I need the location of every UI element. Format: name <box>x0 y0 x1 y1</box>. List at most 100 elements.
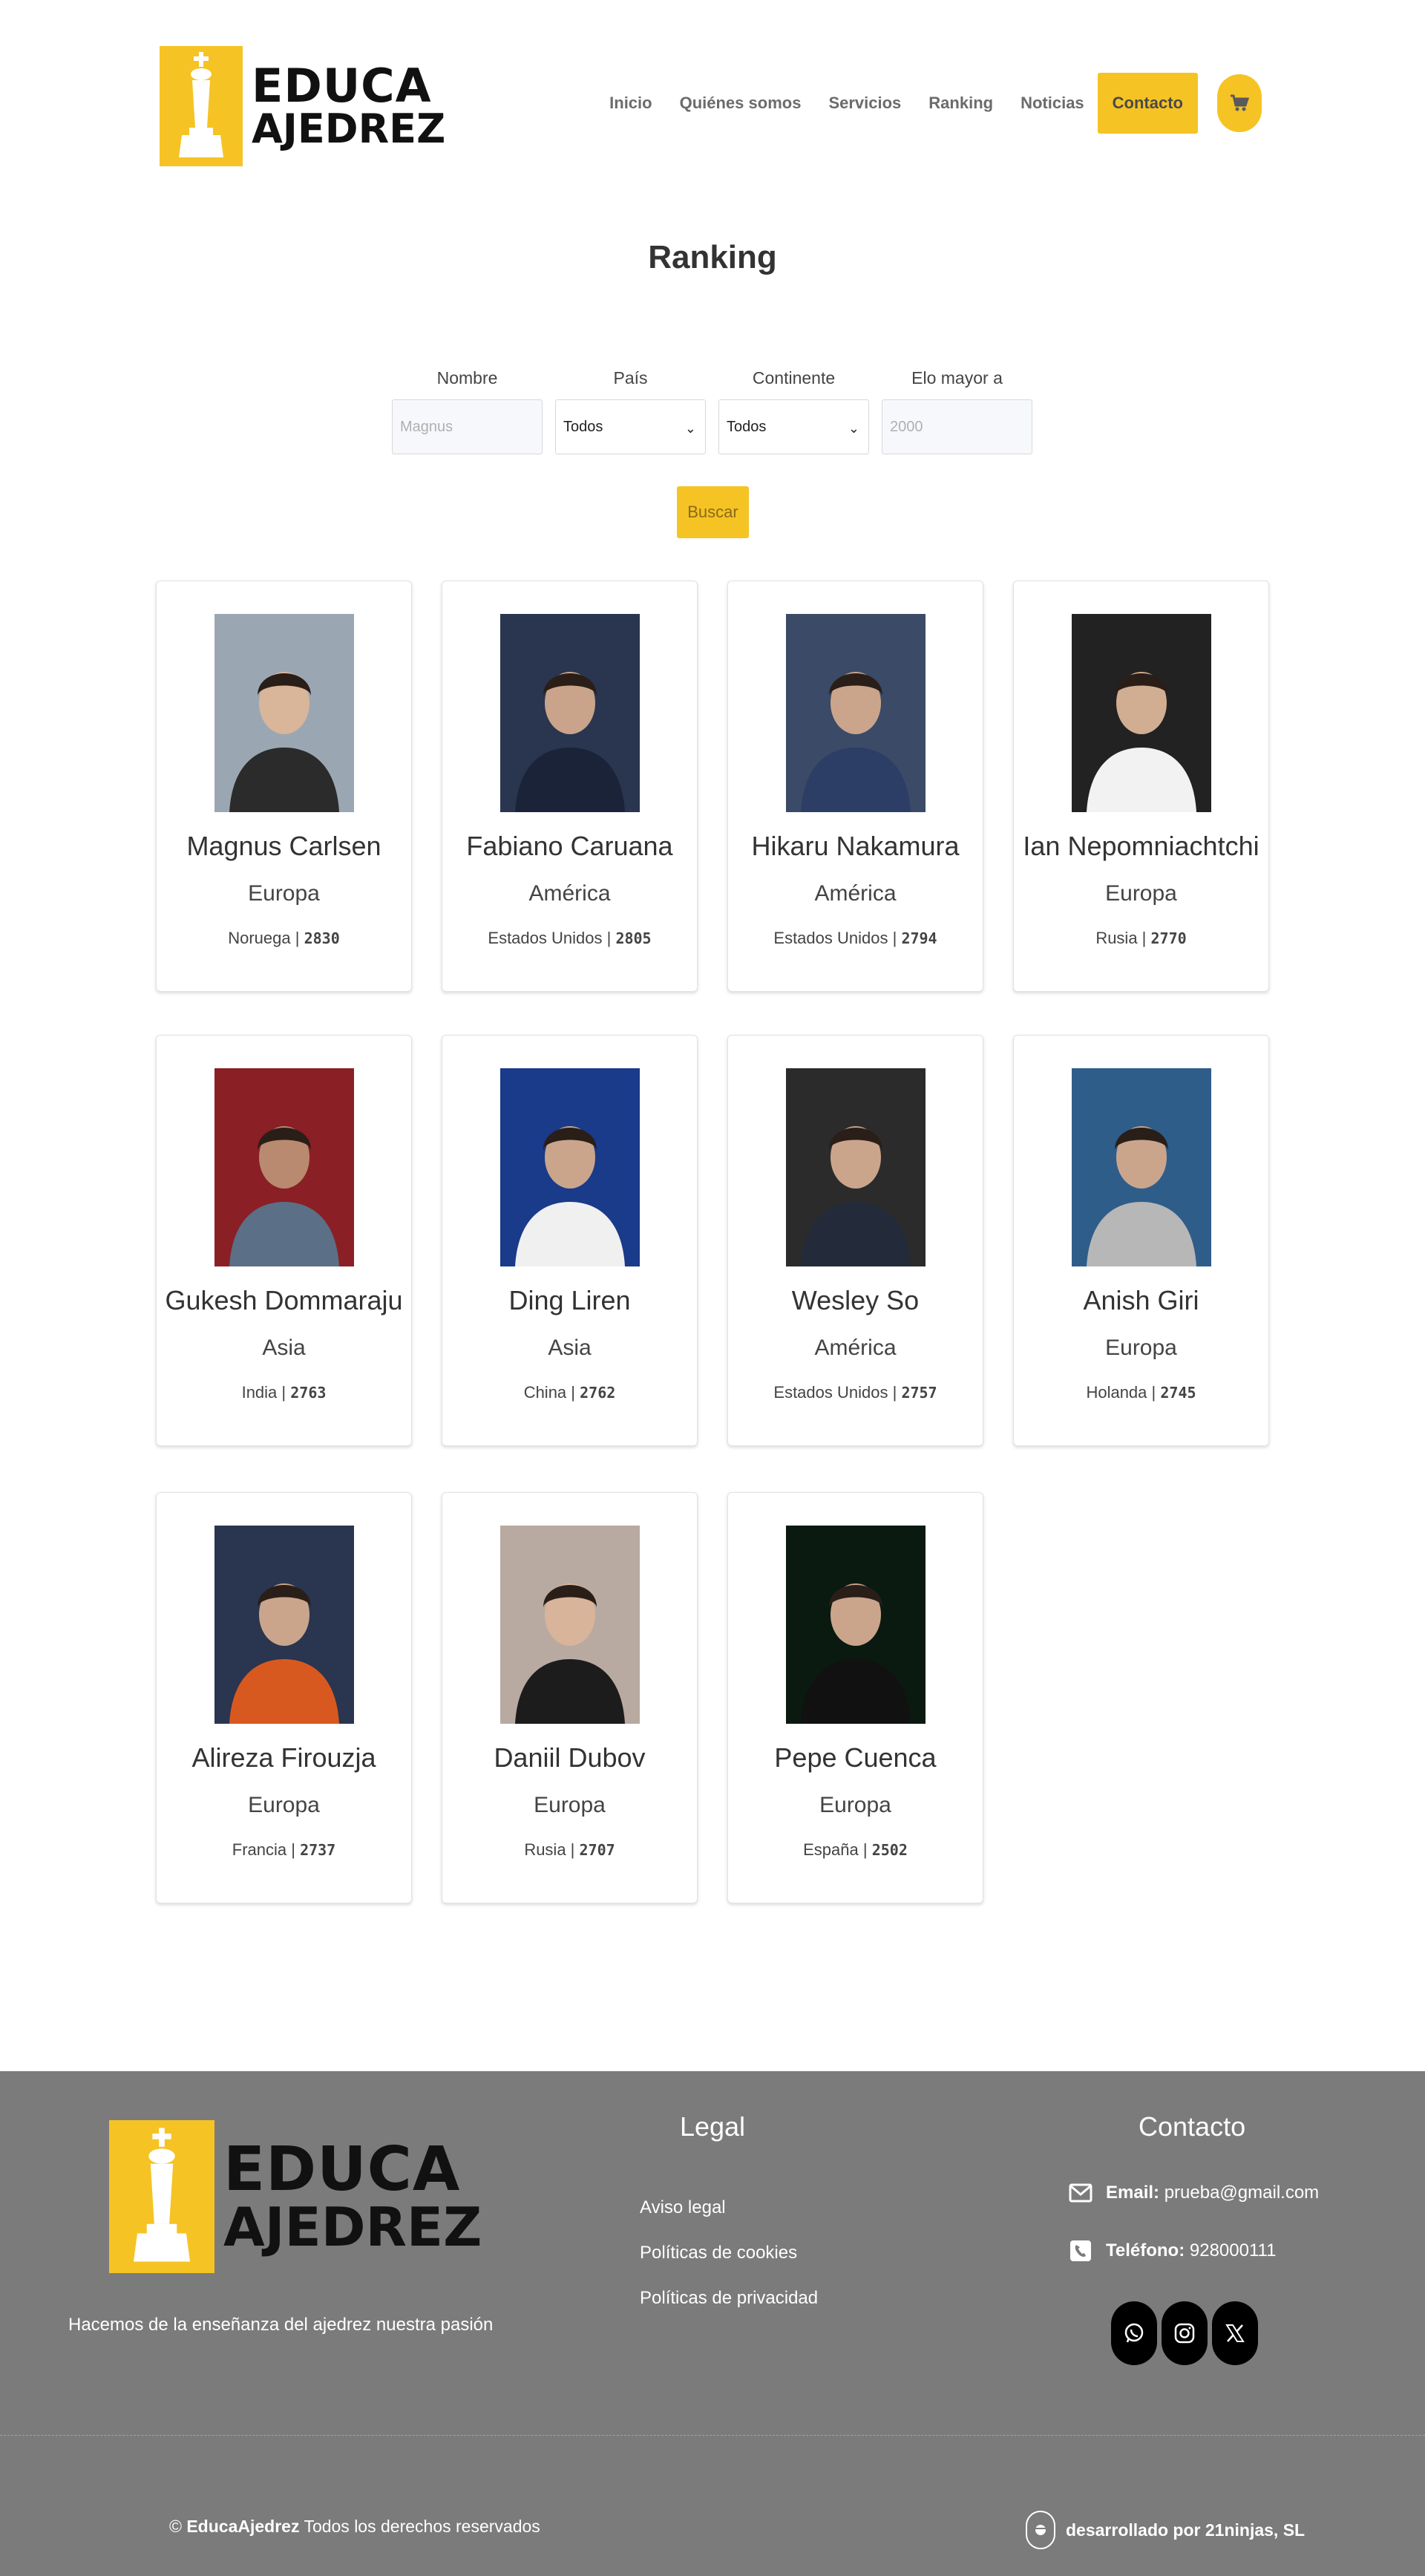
player-name: Wesley So <box>791 1285 920 1315</box>
nav-ranking[interactable]: Ranking <box>928 94 993 113</box>
player-name: Gukesh Dommaraju <box>165 1285 403 1315</box>
player-name: Ding Liren <box>508 1285 631 1315</box>
player-elo: 2745 <box>1160 1384 1196 1402</box>
nav-servicios[interactable]: Servicios <box>828 94 901 113</box>
contact-phone[interactable]: Teléfono: 928000111 <box>1069 2239 1276 2263</box>
whatsapp-icon[interactable] <box>1111 2301 1157 2365</box>
player-continent: Asia <box>548 1336 592 1360</box>
developer-text: desarrollado por 21ninjas, SL <box>1066 2520 1306 2540</box>
nav-contacto-button[interactable]: Contacto <box>1097 73 1198 134</box>
player-elo: 2757 <box>901 1384 937 1402</box>
player-elo: 2707 <box>579 1841 615 1859</box>
player-elo: 2737 <box>300 1841 336 1859</box>
email-label: Email: <box>1106 2183 1160 2203</box>
continent-select-value: Todos <box>727 418 767 435</box>
player-card[interactable]: Ian Nepomniachtchi Europa Rusia | 2770 <box>1013 581 1269 992</box>
site-logo[interactable]: EDUCA AJEDREZ <box>160 46 445 166</box>
x-icon[interactable] <box>1212 2301 1258 2365</box>
legal-links: Aviso legal Políticas de cookies Polític… <box>640 2197 818 2333</box>
search-button[interactable]: Buscar <box>677 486 749 538</box>
player-elo: 2830 <box>304 929 340 947</box>
player-continent: Europa <box>534 1793 606 1817</box>
player-photo <box>786 1526 926 1724</box>
player-country: Rusia <box>524 1840 566 1859</box>
phone-icon <box>1070 2240 1091 2261</box>
elo-input[interactable]: 2000 <box>882 399 1032 454</box>
player-country: Francia <box>232 1840 287 1859</box>
player-card[interactable]: Magnus Carlsen Europa Noruega | 2830 <box>156 581 412 992</box>
filter-continent: Continente Todos ⌄ <box>718 368 869 454</box>
player-continent: América <box>528 881 611 906</box>
page-title: Ranking <box>648 239 777 275</box>
player-card[interactable]: Fabiano Caruana América Estados Unidos | 2… <box>442 581 698 992</box>
player-card[interactable]: Anish Giri Europa Holanda | 2745 <box>1013 1035 1269 1446</box>
footer-logo-line-2: AJEDREZ <box>223 2196 482 2258</box>
link-politicas-privacidad[interactable]: Políticas de privacidad <box>640 2288 818 2333</box>
player-continent: Europa <box>1105 881 1177 906</box>
player-country: China <box>523 1383 567 1402</box>
player-card[interactable]: Wesley So América Estados Unidos | 2757 <box>727 1035 983 1446</box>
player-name: Fabiano Caruana <box>466 831 673 861</box>
site-footer: EDUCA AJEDREZ Hacemos de la enseñanza de… <box>0 2071 1425 2576</box>
nav-quienes-somos[interactable]: Quiénes somos <box>680 94 802 113</box>
developer-credit[interactable]: desarrollado por 21ninjas, SL <box>1026 2511 1305 2549</box>
footer-slogan: Hacemos de la enseñanza del ajedrez nues… <box>68 2315 494 2335</box>
player-meta: China | 2762 <box>523 1383 616 1402</box>
phone-value: 928000111 <box>1189 2240 1277 2260</box>
player-meta: Holanda | 2745 <box>1086 1383 1196 1402</box>
player-meta: Estados Unidos | 2805 <box>488 929 652 947</box>
cart-icon[interactable] <box>1217 74 1262 132</box>
filter-elo-label: Elo mayor a <box>911 368 1003 388</box>
player-name: Daniil Dubov <box>494 1742 646 1773</box>
player-card[interactable]: Gukesh Dommaraju Asia India | 2763 <box>156 1035 412 1446</box>
link-politicas-cookies[interactable]: Políticas de cookies <box>640 2243 818 2288</box>
player-card[interactable]: Ding Liren Asia China | 2762 <box>442 1035 698 1446</box>
player-card[interactable]: Hikaru Nakamura América Estados Unidos | 2… <box>727 581 983 992</box>
envelope-icon <box>1069 2183 1092 2203</box>
player-meta: Francia | 2737 <box>232 1840 336 1859</box>
email-value: prueba@gmail.com <box>1164 2183 1320 2203</box>
chevron-down-icon: ⌄ <box>684 421 696 436</box>
continent-select[interactable]: Todos ⌄ <box>718 399 869 454</box>
player-card[interactable]: Daniil Dubov Europa Rusia | 2707 <box>442 1492 698 1903</box>
player-continent: Europa <box>248 881 320 906</box>
logo-line-2: AJEDREZ <box>252 105 446 152</box>
player-photo <box>214 614 354 812</box>
filter-name-label: Nombre <box>436 368 498 388</box>
player-continent: Europa <box>819 1793 891 1817</box>
player-photo <box>500 1068 640 1266</box>
player-elo: 2763 <box>290 1384 327 1402</box>
player-card[interactable]: Pepe Cuenca Europa España | 2502 <box>727 1492 983 1903</box>
instagram-icon[interactable] <box>1162 2301 1208 2365</box>
main-nav: Inicio Quiénes somos Servicios Ranking N… <box>582 73 1262 134</box>
player-photo <box>214 1068 354 1266</box>
king-piece-icon <box>109 2120 214 2273</box>
footer-logo-line-1: EDUCA <box>223 2134 461 2205</box>
player-name: Anish Giri <box>1083 1285 1199 1315</box>
country-select[interactable]: Todos ⌄ <box>555 399 706 454</box>
player-meta: Noruega | 2830 <box>228 929 340 947</box>
link-aviso-legal[interactable]: Aviso legal <box>640 2197 818 2243</box>
copyright-symbol: © <box>169 2517 182 2536</box>
player-country: España <box>803 1840 859 1859</box>
player-country: Estados Unidos <box>773 929 888 947</box>
nav-inicio[interactable]: Inicio <box>609 94 652 113</box>
footer-logo-wordmark: EDUCA AJEDREZ <box>223 2134 482 2258</box>
filter-name: Nombre Magnus <box>392 368 543 454</box>
player-card[interactable]: Alireza Firouzja Europa Francia | 2737 <box>156 1492 412 1903</box>
player-meta: Rusia | 2707 <box>524 1840 615 1859</box>
player-name: Magnus Carlsen <box>186 831 381 861</box>
player-photo <box>1072 1068 1211 1266</box>
player-photo <box>500 614 640 812</box>
player-name: Alireza Firouzja <box>191 1742 376 1773</box>
site-header: EDUCA AJEDREZ Inicio Quiénes somos Servi… <box>0 0 1425 208</box>
player-continent: América <box>814 1336 897 1360</box>
ninja-logo-icon <box>1026 2511 1055 2549</box>
name-input[interactable]: Magnus <box>392 399 543 454</box>
contact-email[interactable]: Email: prueba@gmail.com <box>1069 2181 1319 2205</box>
footer-logo[interactable]: EDUCA AJEDREZ <box>109 2120 482 2273</box>
nav-noticias[interactable]: Noticias <box>1021 94 1084 113</box>
player-elo: 2805 <box>615 929 652 947</box>
player-country: Rusia <box>1095 929 1138 947</box>
player-meta: India | 2763 <box>241 1383 327 1402</box>
